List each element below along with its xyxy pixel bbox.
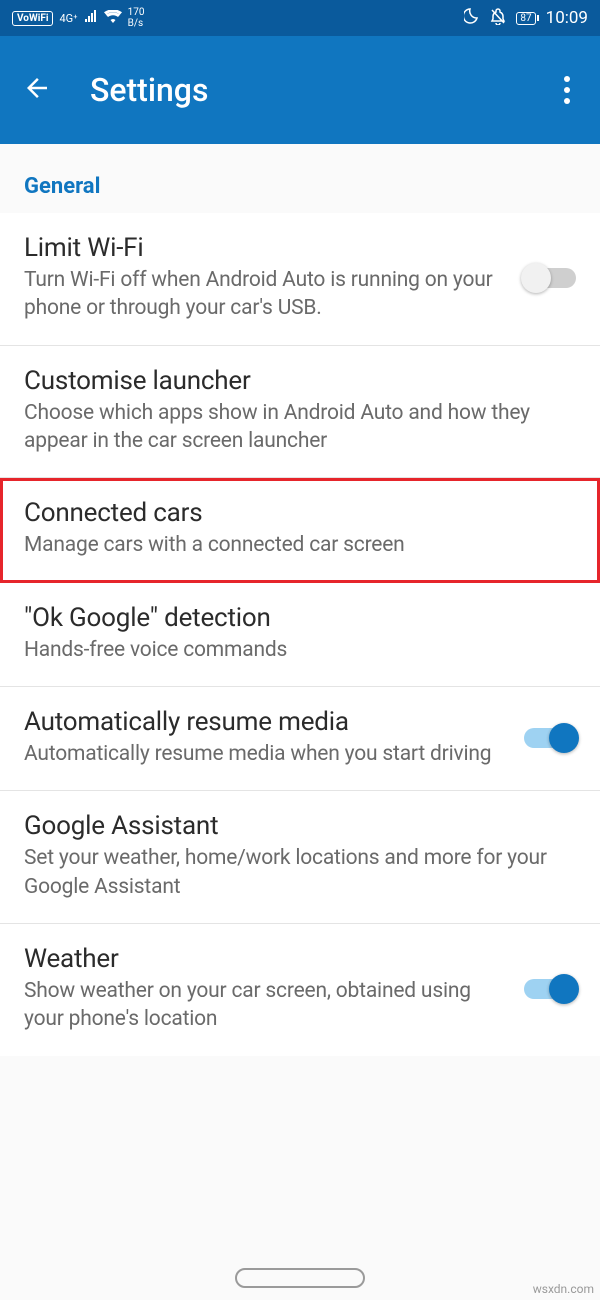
battery-indicator: 87 — [516, 12, 535, 25]
wifi-icon — [104, 10, 122, 27]
page-title: Settings — [90, 71, 556, 109]
data-rate: 170 B/s — [128, 7, 145, 29]
item-desc: Choose which apps show in Android Auto a… — [24, 399, 562, 456]
item-title: Connected cars — [24, 498, 562, 528]
item-title: Customise launcher — [24, 366, 562, 396]
item-desc: Show weather on your car screen, obtaine… — [24, 977, 510, 1034]
switch-limit-wifi[interactable] — [524, 268, 576, 288]
item-ok-google[interactable]: "Ok Google" detection Hands-free voice c… — [0, 583, 600, 687]
nav-pill[interactable] — [235, 1268, 365, 1288]
switch-weather[interactable] — [524, 979, 576, 999]
status-bar: VoWiFi 4G⁺ 170 B/s 87 10:09 — [0, 0, 600, 36]
network-type: 4G⁺ — [59, 12, 77, 25]
mute-icon — [490, 8, 506, 29]
item-desc: Automatically resume media when you star… — [24, 740, 510, 768]
item-title: "Ok Google" detection — [24, 603, 562, 633]
more-icon[interactable] — [556, 68, 578, 112]
item-desc: Hands-free voice commands — [24, 636, 562, 664]
watermark: wsxdn.com — [533, 1282, 594, 1296]
section-header-general: General — [0, 144, 600, 213]
signal-icon — [84, 10, 98, 26]
item-desc: Turn Wi-Fi off when Android Auto is runn… — [24, 266, 510, 323]
item-title: Weather — [24, 944, 510, 974]
switch-auto-resume-media[interactable] — [524, 728, 576, 748]
item-title: Google Assistant — [24, 811, 562, 841]
app-bar: Settings — [0, 36, 600, 144]
item-title: Limit Wi-Fi — [24, 233, 510, 263]
item-title: Automatically resume media — [24, 707, 510, 737]
item-weather[interactable]: Weather Show weather on your car screen,… — [0, 924, 600, 1056]
clock: 10:09 — [546, 8, 588, 28]
item-auto-resume-media[interactable]: Automatically resume media Automatically… — [0, 687, 600, 791]
item-customise-launcher[interactable]: Customise launcher Choose which apps sho… — [0, 346, 600, 479]
item-google-assistant[interactable]: Google Assistant Set your weather, home/… — [0, 791, 600, 924]
back-icon[interactable] — [22, 73, 52, 107]
moon-icon — [464, 8, 480, 28]
item-connected-cars[interactable]: Connected cars Manage cars with a connec… — [0, 478, 600, 582]
item-desc: Manage cars with a connected car screen — [24, 531, 562, 559]
vowifi-indicator: VoWiFi — [12, 11, 53, 26]
item-limit-wifi[interactable]: Limit Wi-Fi Turn Wi-Fi off when Android … — [0, 213, 600, 346]
item-desc: Set your weather, home/work locations an… — [24, 844, 562, 901]
